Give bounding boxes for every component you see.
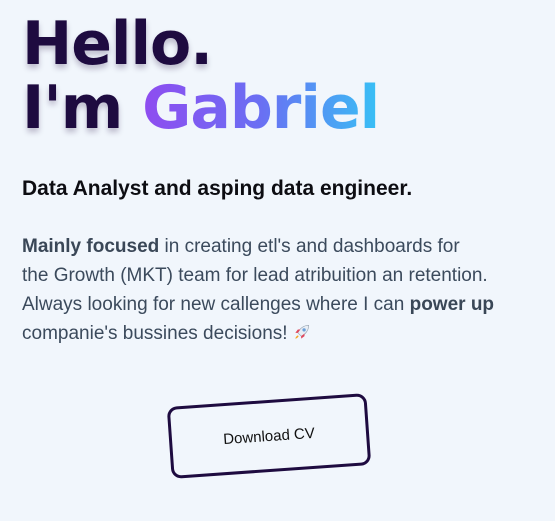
hero-description: Mainly focused in creating etl's and das…: [22, 232, 542, 348]
name-text: Gabriel: [142, 73, 380, 143]
download-cv-button[interactable]: Download CV: [166, 393, 372, 479]
description-line-4: companie's bussines decisions!: [22, 319, 542, 348]
power-up-bold-text: power up: [409, 294, 495, 315]
description-line-1: Mainly focused in creating etl's and das…: [22, 236, 460, 257]
description-line-3: Always looking for new callenges where I…: [22, 294, 495, 315]
focus-bold-text: Mainly focused: [22, 236, 160, 257]
hero-headline: Hello. I'm Gabriel: [22, 9, 380, 143]
hero-section: Hello. I'm Gabriel Data Analyst and aspi…: [0, 0, 555, 521]
greeting-text: Hello.: [22, 9, 213, 79]
rocket-icon: [294, 324, 309, 339]
role-subtitle: Data Analyst and asping data engineer.: [22, 177, 413, 200]
description-line-2: the Growth (MKT) team for lead atribuiti…: [22, 265, 488, 286]
intro-prefix: I'm: [22, 73, 143, 143]
intro-line: I'm Gabriel: [22, 73, 380, 143]
